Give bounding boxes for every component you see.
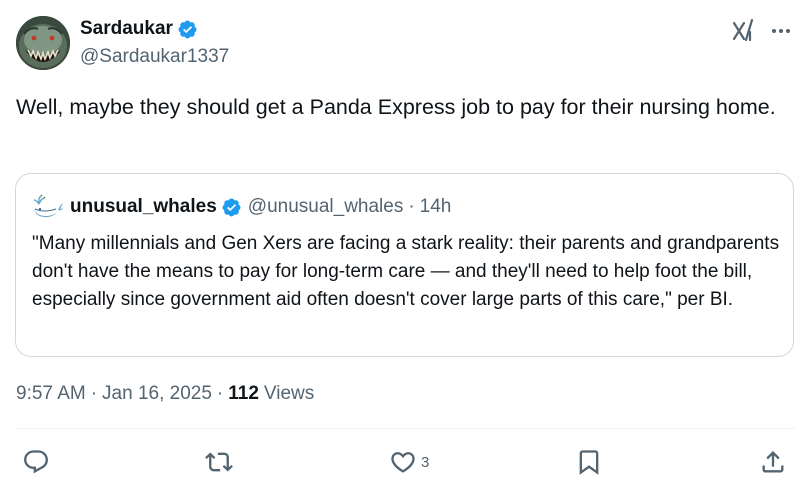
avatar-image bbox=[16, 16, 70, 70]
bookmark-icon bbox=[579, 450, 599, 475]
quoted-tweet-text: "Many millennials and Gen Xers are facin… bbox=[32, 233, 780, 310]
author-handle[interactable]: @Sardaukar1337 bbox=[80, 44, 229, 70]
quoted-display-name[interactable]: unusual_whales bbox=[70, 196, 217, 218]
share-icon bbox=[762, 451, 784, 473]
quoted-tweet[interactable]: unusual_whales @unusual_whales · 14h "Ma… bbox=[15, 173, 794, 357]
tweet-text: Well, maybe they should get a Panda Expr… bbox=[16, 95, 776, 119]
quoted-timestamp[interactable]: 14h bbox=[420, 196, 452, 218]
tweet-meta: 9:57 AM · Jan 16, 2025 · 112 Views bbox=[16, 381, 314, 407]
divider bbox=[16, 428, 795, 429]
separator-dot: · bbox=[216, 383, 224, 404]
tweet-date[interactable]: Jan 16, 2025 bbox=[102, 383, 212, 405]
more-button[interactable] bbox=[766, 18, 796, 44]
views-count: 112 bbox=[228, 383, 259, 404]
verified-badge-icon[interactable] bbox=[221, 197, 242, 218]
reply-icon bbox=[24, 450, 48, 474]
quoted-handle[interactable]: @unusual_whales bbox=[248, 196, 404, 218]
author-display-name[interactable]: Sardaukar bbox=[80, 18, 173, 40]
whale-avatar-icon bbox=[33, 194, 63, 218]
retweet-button[interactable] bbox=[205, 448, 237, 476]
author-avatar[interactable] bbox=[16, 16, 70, 70]
like-count: 3 bbox=[421, 453, 430, 471]
like-icon bbox=[391, 452, 415, 473]
separator-dot: · bbox=[90, 383, 98, 404]
verified-badge-icon[interactable] bbox=[177, 19, 198, 40]
like-button[interactable]: 3 bbox=[389, 448, 429, 476]
separator-dot: · bbox=[408, 196, 415, 217]
views-label: Views bbox=[263, 383, 315, 404]
grok-button[interactable] bbox=[731, 18, 757, 44]
author-info: Sardaukar @Sardaukar1337 bbox=[80, 16, 229, 70]
more-icon bbox=[772, 29, 790, 33]
reply-button[interactable] bbox=[22, 448, 54, 476]
grok-icon bbox=[732, 18, 754, 42]
quoted-tweet-header: unusual_whales @unusual_whales · 14h bbox=[32, 194, 451, 220]
retweet-icon bbox=[205, 452, 233, 472]
share-button[interactable] bbox=[759, 448, 787, 476]
bookmark-button[interactable] bbox=[575, 448, 603, 476]
tweet: Sardaukar @Sardaukar1337 Well, maybe the… bbox=[0, 0, 811, 488]
tweet-time[interactable]: 9:57 AM bbox=[16, 383, 86, 405]
display-name-row: Sardaukar bbox=[80, 16, 229, 42]
